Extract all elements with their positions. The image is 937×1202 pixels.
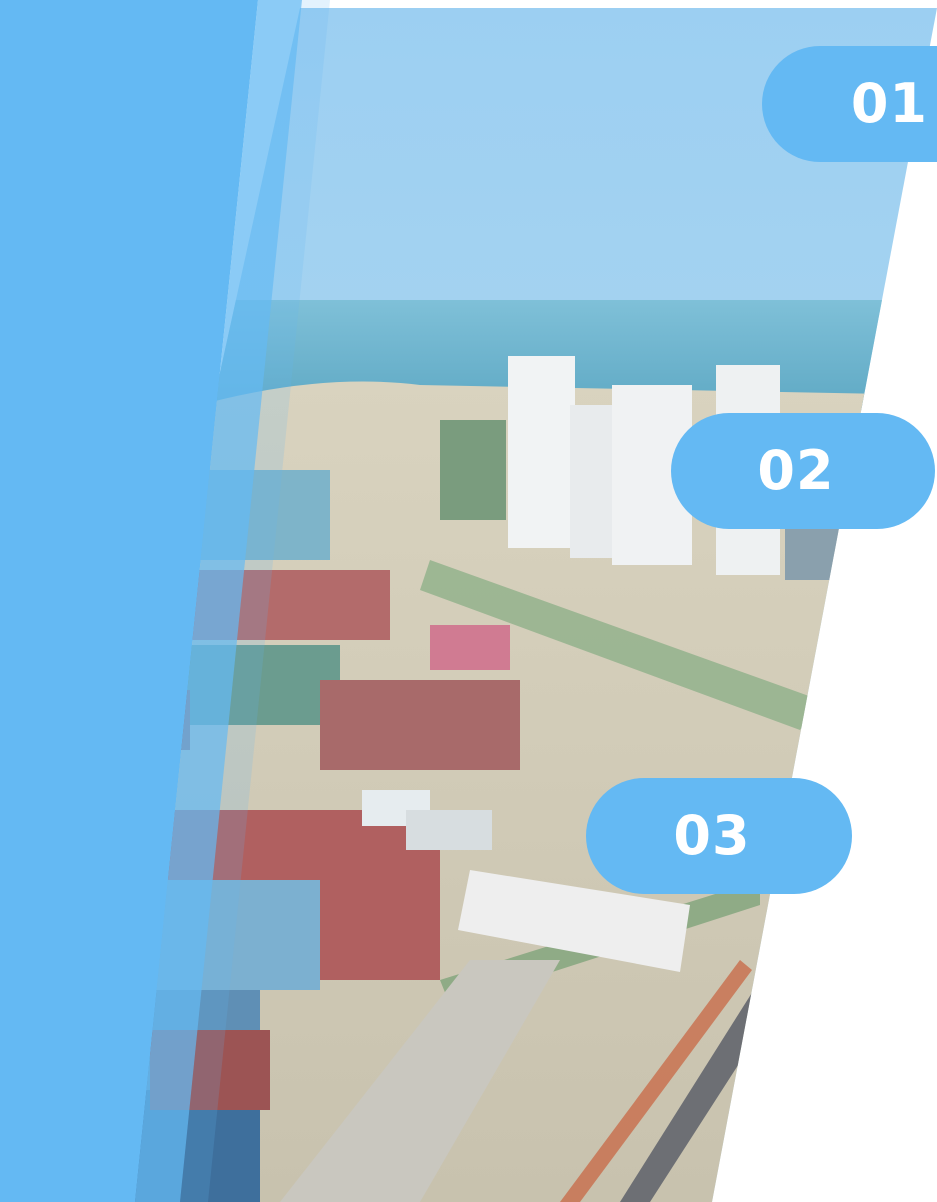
step-number-label: 02 <box>757 439 835 502</box>
decorative-background <box>0 0 937 1202</box>
step-number-label: 01 <box>850 72 928 135</box>
step-badge-02: 02 <box>671 413 935 529</box>
step-number-label: 03 <box>673 804 751 867</box>
step-badge-01: 01 <box>762 46 937 162</box>
step-badge-03: 03 <box>586 778 852 894</box>
slide-canvas: 01 02 03 <box>0 0 937 1202</box>
